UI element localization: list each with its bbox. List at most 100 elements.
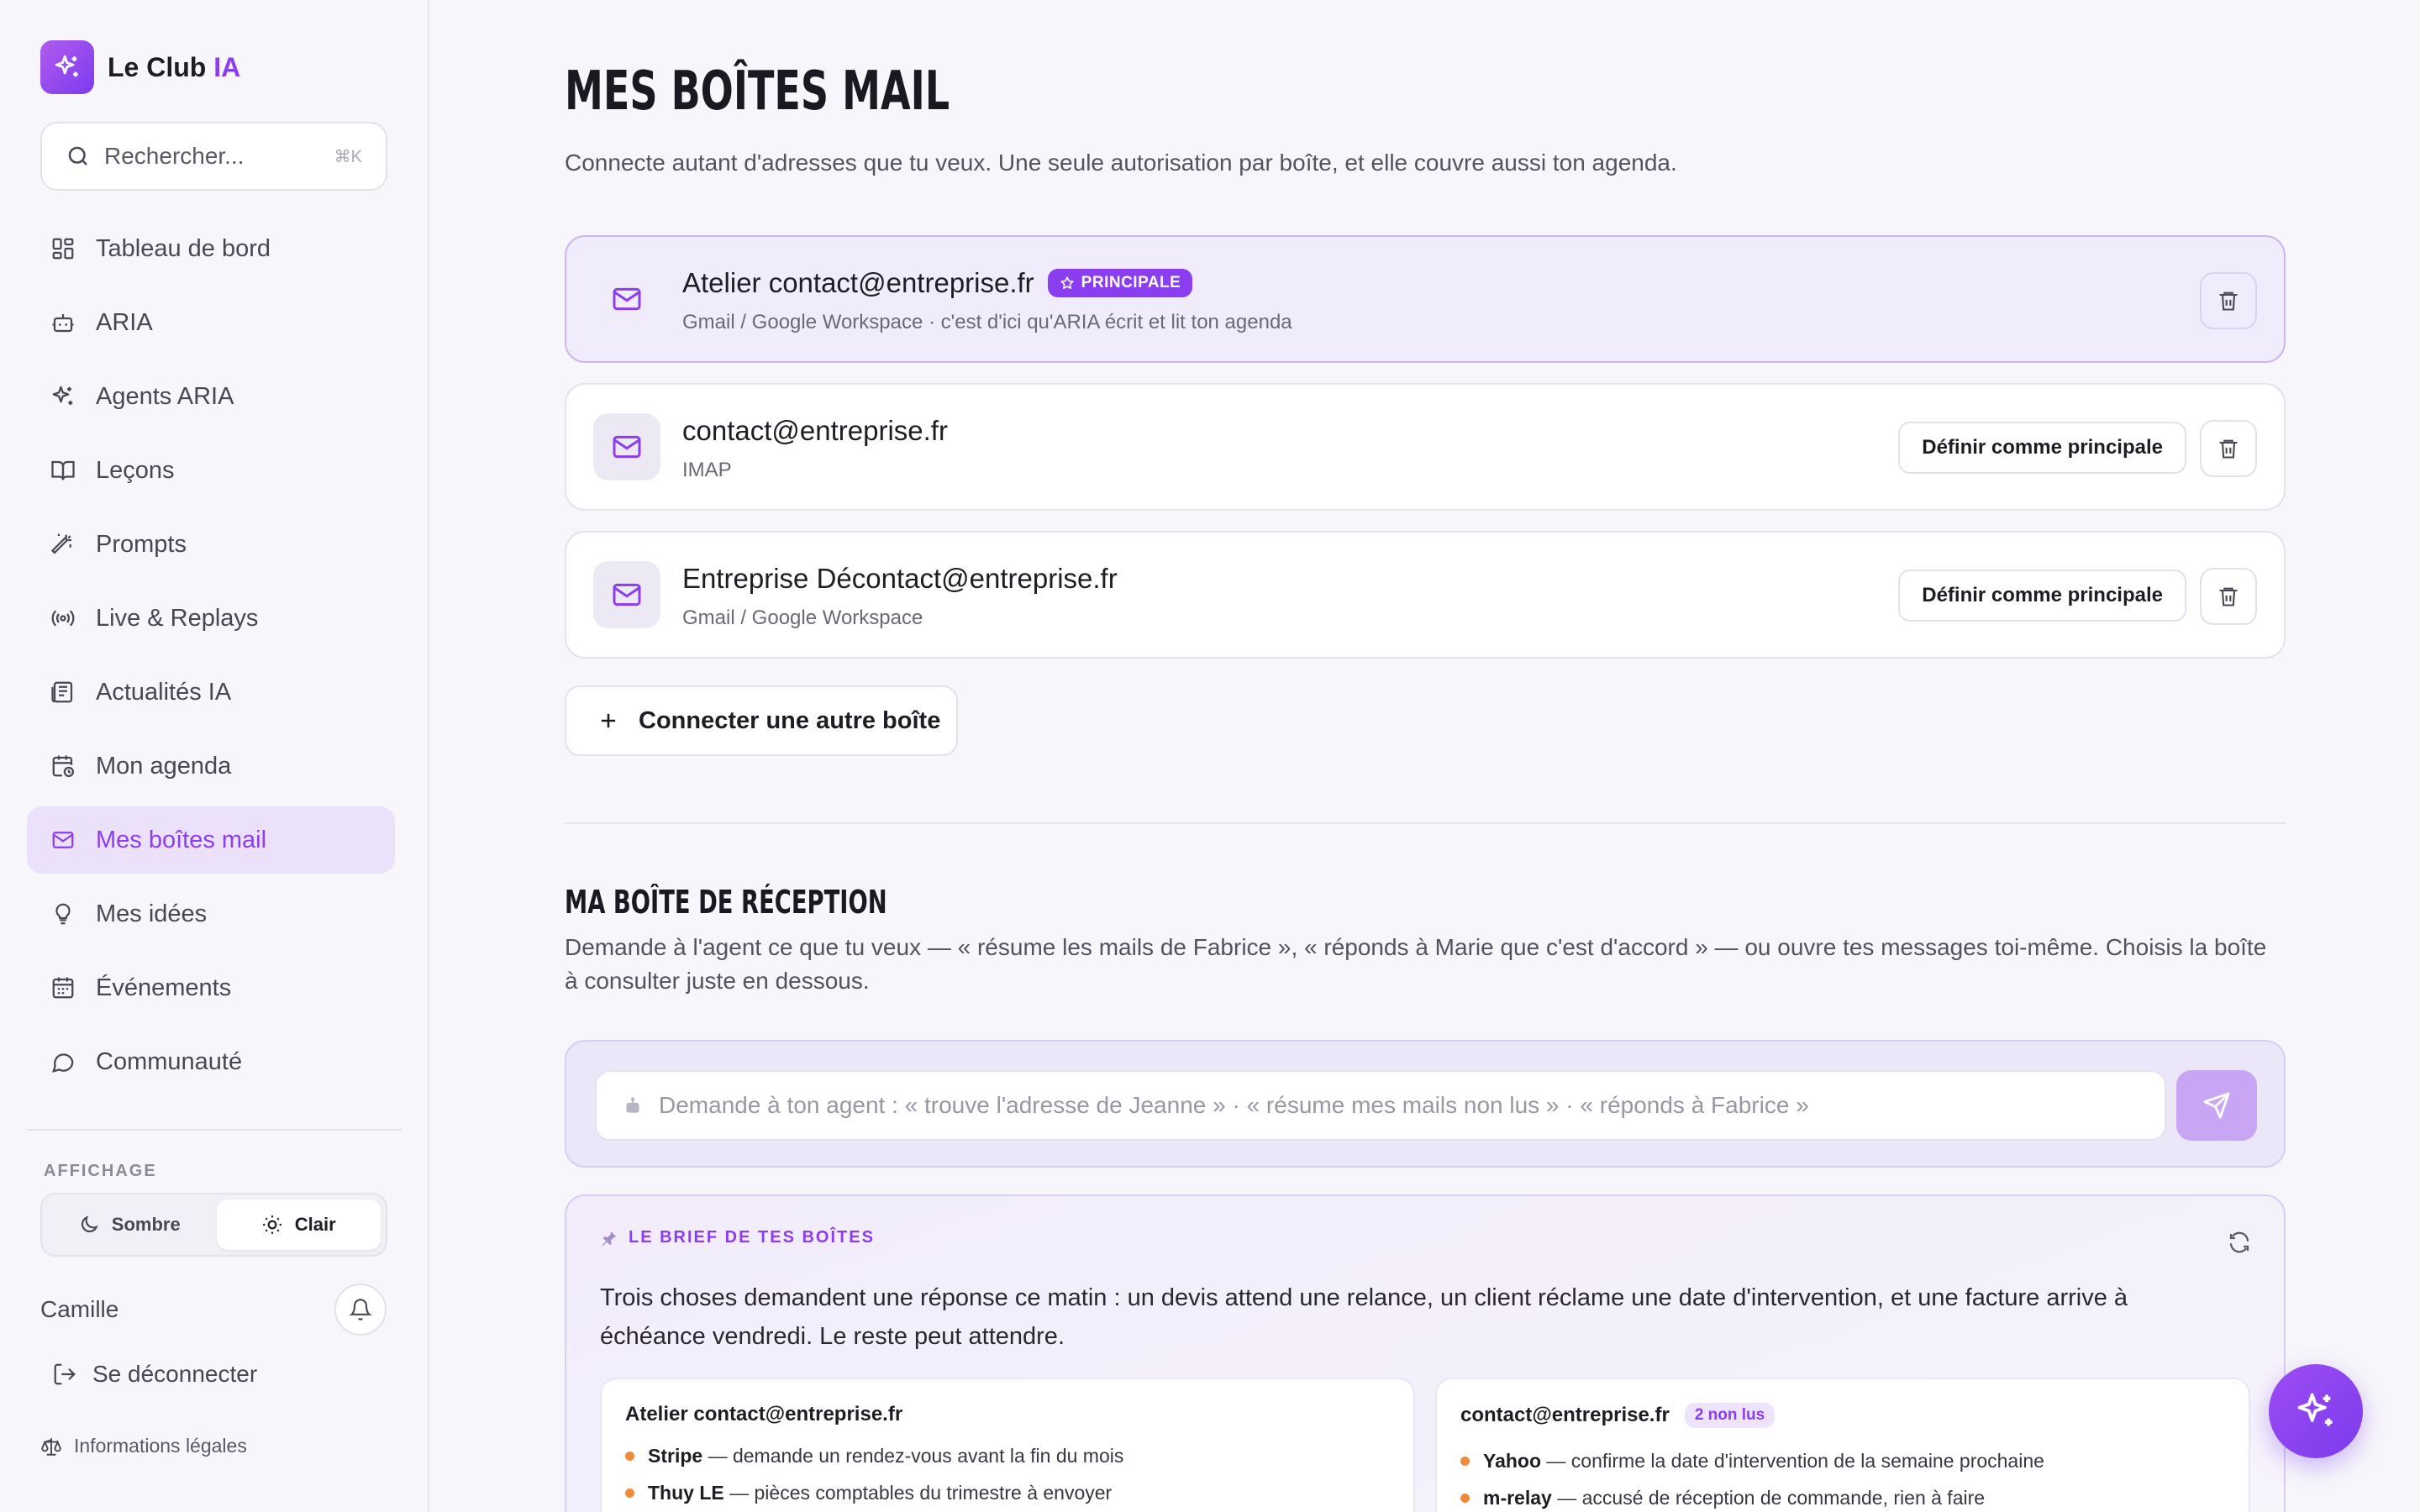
- sidebar-item-mon-agenda[interactable]: Mon agenda: [27, 732, 395, 800]
- priority-dot: [625, 1452, 634, 1461]
- brief-card-title: Atelier contact@entreprise.fr: [625, 1403, 902, 1426]
- broadcast-icon: [51, 610, 75, 627]
- connect-mailbox-label: Connecter une autre boîte: [639, 706, 941, 734]
- sidebar-item-live-replays[interactable]: Live & Replays: [27, 585, 395, 652]
- sidebar-item-label: ARIA: [96, 308, 153, 336]
- theme-light-label: Clair: [294, 1214, 336, 1235]
- agent-input-placeholder: Demande à ton agent : « trouve l'adresse…: [659, 1092, 1809, 1118]
- sidebar-item-tableau-de-bord[interactable]: Tableau de bord: [27, 215, 395, 282]
- calendar-icon: [52, 977, 74, 999]
- legal-link[interactable]: Informations légales: [40, 1435, 247, 1457]
- sidebar-item-prompts[interactable]: Prompts: [27, 511, 395, 578]
- bell-icon: [349, 1299, 372, 1320]
- scale-icon: [41, 1437, 61, 1456]
- primary-badge: PRINCIPALE: [1047, 269, 1193, 297]
- newspaper-icon: [51, 681, 73, 703]
- primary-badge-label: PRINCIPALE: [1081, 274, 1181, 291]
- sidebar-item-agents-aria[interactable]: Agents ARIA: [27, 363, 395, 430]
- mailbox-meta: Gmail / Google Workspace · c'est d'ici q…: [682, 311, 1292, 333]
- legal-label: Informations légales: [74, 1435, 247, 1457]
- logout-icon: [54, 1363, 76, 1385]
- lightbulb-icon: [55, 903, 71, 925]
- brief-card[interactable]: contact@entreprise.fr 2 non lus Yahoo — …: [1435, 1378, 2250, 1512]
- mailbox-title: Atelier contact@entreprise.fr PRINCIPALE: [682, 267, 1193, 299]
- sidebar-item-label: Prompts: [96, 530, 187, 558]
- theme-light-button[interactable]: Clair: [216, 1200, 381, 1250]
- mailbox-meta: IMAP: [682, 459, 732, 481]
- trash-icon: [2219, 291, 2238, 311]
- brief-card-mailbox: Atelier contact@entreprise.fr: [625, 1403, 903, 1425]
- sparkles-logo-icon: [40, 40, 94, 94]
- brief-card-title: contact@entreprise.fr 2 non lus: [1460, 1403, 1776, 1428]
- brief-panel: LE BRIEF DE TES BOÎTES Trois choses dema…: [565, 1194, 2286, 1512]
- book-icon: [51, 460, 75, 480]
- list-item[interactable]: Thuy LE — pièces comptables du trimestre…: [625, 1482, 1112, 1504]
- sender: m-relay: [1483, 1487, 1552, 1509]
- pin-icon: [602, 1231, 617, 1246]
- sidebar-divider: [27, 1129, 402, 1131]
- sidebar-item-evenements[interactable]: Événements: [27, 954, 395, 1021]
- unread-badge: 2 non lus: [1684, 1403, 1776, 1428]
- trash-icon: [2219, 587, 2238, 606]
- brand-name: Le Club IA: [108, 51, 241, 82]
- theme-dark-button[interactable]: Sombre: [47, 1200, 212, 1250]
- delete-mailbox-button[interactable]: [2200, 420, 2257, 477]
- logout-button[interactable]: Se déconnecter: [52, 1361, 257, 1388]
- brief-card-mailbox: contact@entreprise.fr: [1460, 1404, 1670, 1426]
- agent-send-button[interactable]: [2176, 1070, 2257, 1141]
- search-placeholder: Rechercher...: [104, 143, 245, 169]
- user-name: Camille: [40, 1296, 119, 1322]
- priority-dot: [1460, 1494, 1470, 1503]
- summary: — confirme la date d'intervention de la …: [1541, 1450, 2044, 1472]
- refresh-brief-button[interactable]: [2227, 1230, 2252, 1259]
- sidebar-item-mes-boites-mail[interactable]: Mes boîtes mail: [27, 806, 395, 874]
- send-icon: [2203, 1092, 2230, 1119]
- notifications-button[interactable]: [334, 1284, 387, 1336]
- delete-mailbox-button[interactable]: [2200, 568, 2257, 625]
- agent-prompt-panel: Demande à ton agent : « trouve l'adresse…: [565, 1040, 2286, 1168]
- mail-icon: [52, 832, 74, 848]
- sidebar: Le Club IA Rechercher... ⌘K Tableau de b…: [0, 0, 429, 1512]
- search-input[interactable]: Rechercher... ⌘K: [40, 122, 387, 191]
- list-item[interactable]: m-relay — accusé de réception de command…: [1460, 1487, 1985, 1509]
- connect-mailbox-button[interactable]: Connecter une autre boîte: [565, 685, 958, 756]
- summary: — pièces comptables du trimestre à envoy…: [723, 1482, 1113, 1504]
- sidebar-item-actualites-ia[interactable]: Actualités IA: [27, 659, 395, 726]
- star-icon: [1060, 276, 1074, 289]
- list-item[interactable]: Stripe — demande un rendez-vous avant la…: [625, 1445, 1123, 1467]
- set-primary-button[interactable]: Définir comme principale: [1898, 422, 2186, 474]
- sidebar-item-label: Mes idées: [96, 900, 208, 927]
- mailbox-title: Entreprise Décontact@entreprise.fr: [682, 563, 1118, 595]
- mailbox-title: contact@entreprise.fr: [682, 415, 948, 447]
- main-nav: Tableau de bord ARIA Agents ARIA Leçons …: [27, 215, 395, 1102]
- sidebar-item-label: Mon agenda: [96, 752, 232, 780]
- mailbox-name: Atelier contact@entreprise.fr: [682, 267, 1034, 298]
- mailbox-card: Entreprise Décontact@entreprise.fr Gmail…: [565, 531, 2286, 659]
- sidebar-item-lecons[interactable]: Leçons: [27, 437, 395, 504]
- brand[interactable]: Le Club IA: [40, 40, 240, 94]
- mailbox-card: contact@entreprise.fr IMAP Définir comme…: [565, 383, 2286, 511]
- brief-card[interactable]: Atelier contact@entreprise.fr Stripe — d…: [600, 1378, 1415, 1512]
- sidebar-item-label: Live & Replays: [96, 604, 259, 632]
- search-icon: [68, 146, 87, 165]
- sidebar-item-aria[interactable]: ARIA: [27, 289, 395, 356]
- chat-icon: [52, 1053, 74, 1073]
- sidebar-item-label: Mes boîtes mail: [96, 826, 267, 853]
- list-item[interactable]: Yahoo — confirme la date d'intervention …: [1460, 1450, 2044, 1473]
- inbox-subtitle: Demande à l'agent ce que tu veux — « rés…: [565, 934, 2267, 994]
- agent-input[interactable]: Demande à ton agent : « trouve l'adresse…: [595, 1070, 2166, 1141]
- brief-label-text: LE BRIEF DE TES BOÎTES: [629, 1228, 875, 1247]
- sender: Thuy LE: [648, 1482, 724, 1504]
- sidebar-item-communaute[interactable]: Communauté: [27, 1028, 395, 1095]
- set-primary-button[interactable]: Définir comme principale: [1898, 570, 2186, 622]
- delete-mailbox-button[interactable]: [2200, 272, 2257, 329]
- page-title: MES BOÎTES MAIL: [565, 60, 950, 123]
- brief-text: Trois choses demandent une réponse ce ma…: [600, 1284, 2128, 1350]
- sparkles-icon: [52, 386, 73, 405]
- sidebar-item-mes-idees[interactable]: Mes idées: [27, 880, 395, 948]
- bot-icon: [52, 314, 74, 333]
- trash-icon: [2219, 439, 2238, 459]
- sidebar-item-label: Communauté: [96, 1047, 243, 1075]
- assistant-fab-button[interactable]: [2269, 1364, 2363, 1458]
- sidebar-item-label: Événements: [96, 974, 232, 1001]
